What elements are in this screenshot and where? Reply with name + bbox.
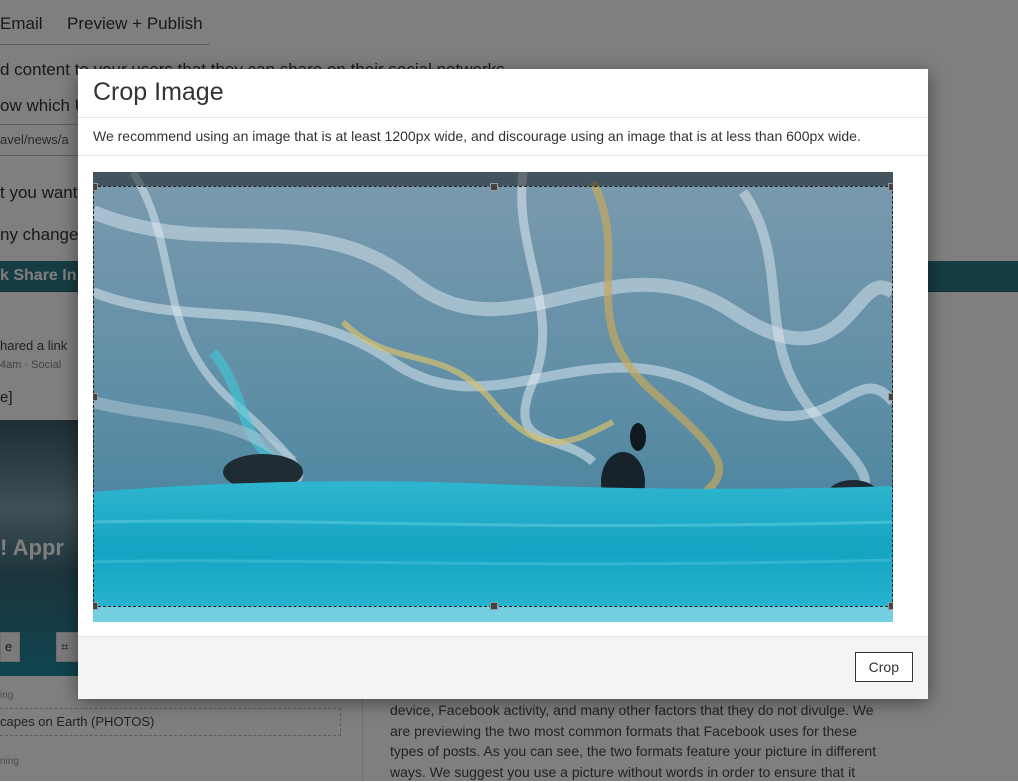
crop-handle-ne[interactable]	[888, 183, 893, 191]
crop-handle-se[interactable]	[888, 602, 893, 610]
crop-handle-e[interactable]	[888, 393, 893, 401]
crop-image-dialog: Crop Image We recommend using an image t…	[78, 69, 928, 699]
dialog-header: Crop Image	[78, 69, 928, 118]
crop-handle-nw[interactable]	[93, 183, 98, 191]
crop-button[interactable]: Crop	[854, 652, 913, 682]
crop-area[interactable]	[93, 172, 893, 622]
dialog-body	[78, 156, 928, 636]
dialog-title: Crop Image	[93, 78, 224, 106]
crop-selection-box[interactable]	[93, 183, 893, 610]
dialog-description: We recommend using an image that is at l…	[78, 118, 928, 156]
crop-handle-s[interactable]	[490, 602, 498, 610]
crop-handle-sw[interactable]	[93, 602, 98, 610]
crop-handle-n[interactable]	[490, 183, 498, 191]
dialog-footer: Crop	[78, 636, 928, 699]
crop-handle-w[interactable]	[93, 393, 98, 401]
description-text: We recommend using an image that is at l…	[93, 128, 861, 144]
